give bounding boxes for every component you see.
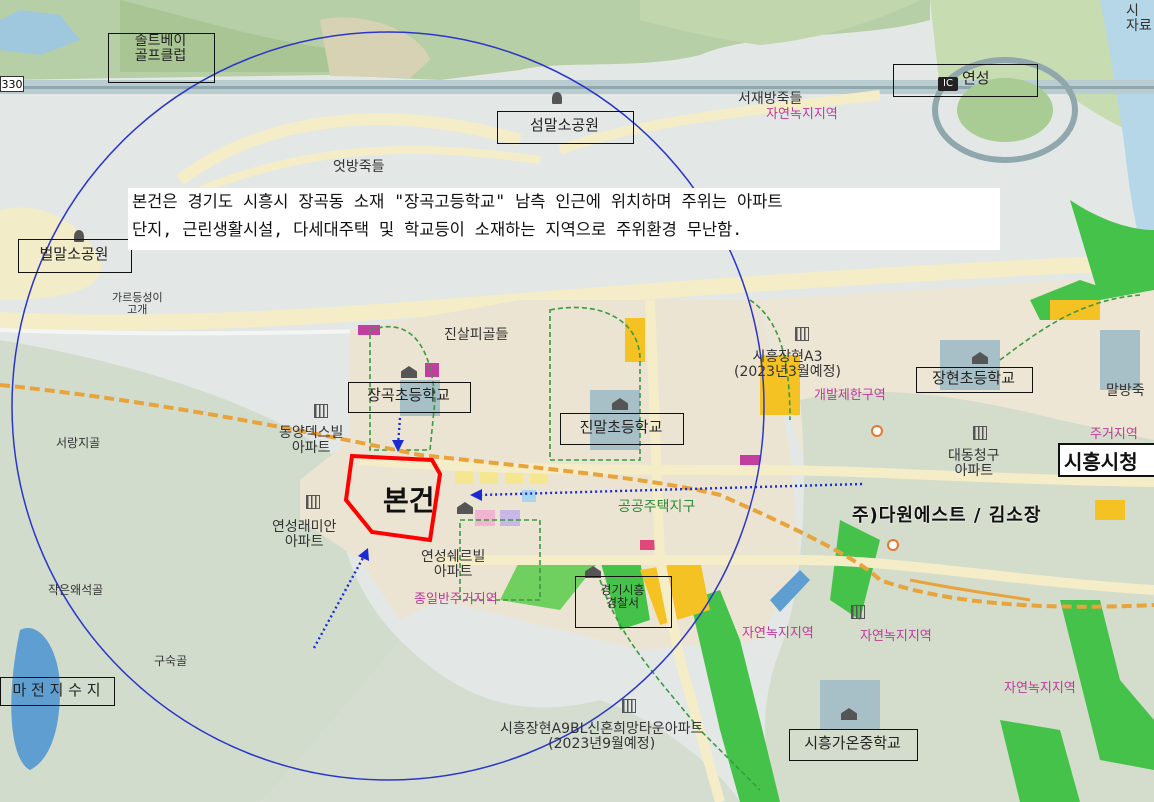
- police-label[interactable]: 경기시흥 경찰서: [575, 583, 670, 610]
- janggok-elem-label[interactable]: 장곡초등학교: [348, 387, 469, 404]
- jugeo-label: 주거지역: [1090, 427, 1138, 442]
- nature-zone-label: 자연녹지지역: [860, 629, 932, 644]
- raemian-apt-label: 연성래미안 아파트: [272, 519, 337, 551]
- subject-property-label[interactable]: 본건: [383, 479, 435, 519]
- jinmal-elem-label[interactable]: 진말초등학교: [560, 419, 682, 436]
- nature-zone-label: 자연녹지지역: [742, 626, 814, 641]
- apartment-icon: [314, 404, 328, 418]
- road-number-shield: 330: [0, 76, 24, 92]
- eotbang-label: 엇방죽들: [333, 159, 385, 175]
- seommal-park-label[interactable]: 섬말소공원: [497, 117, 632, 134]
- a3-apt-label: 시흥장현A3 (2023년3월예정): [734, 349, 841, 381]
- jakeunoe-label: 작은왜석골: [48, 583, 104, 597]
- nature-zone-label: 자연녹지지역: [1004, 681, 1076, 696]
- apartment-icon: [973, 426, 987, 440]
- top-right-label: 시 자료: [1126, 3, 1152, 35]
- gusuk-label: 구숙골: [154, 654, 188, 668]
- shell-apt-label: 연성쉐르빌 아파트: [421, 549, 486, 581]
- note-line-1: 본건은 경기도 시흥시 장곡동 소재 "장곡고등학교" 남측 인근에 위치하며 …: [132, 192, 783, 211]
- apartment-icon: [851, 605, 865, 619]
- city-hall-label[interactable]: 시흥시청: [1058, 443, 1154, 477]
- note-line-2: 단지, 근린생활시설, 다세대주택 및 학교등이 소재하는 지역으로 주위환경 …: [132, 220, 743, 239]
- description-note: 본건은 경기도 시흥시 장곡동 소재 "장곡고등학교" 남측 인근에 위치하며 …: [128, 188, 1000, 250]
- jinsalpi-label: 진살피골들: [444, 327, 509, 343]
- janghyeon-elem-label[interactable]: 장현초등학교: [916, 370, 1031, 387]
- station-marker[interactable]: [871, 425, 883, 437]
- ic-label[interactable]: 연성: [962, 70, 990, 87]
- dongyang-apt-label: 동양덱스빌 아파트: [279, 425, 344, 457]
- golf-club-label: 솔트베이 골프클럽: [134, 33, 187, 65]
- park-icon: [552, 92, 562, 104]
- beolmal-park-label[interactable]: 벌말소공원: [18, 246, 130, 263]
- daedong-apt-label: 대동청구 아파트: [948, 448, 1000, 480]
- apartment-icon: [795, 327, 809, 341]
- public-housing-label: 공공주택지구: [618, 499, 696, 515]
- gaon-mid-label[interactable]: 시흥가온중학교: [789, 735, 916, 752]
- apartment-icon: [306, 495, 320, 509]
- seorang-label: 서랑지골: [56, 436, 101, 450]
- residential-zone-label: 종일반주거지역: [414, 592, 498, 607]
- company-credit: 주)다원에스트 / 김소장: [852, 505, 1042, 526]
- apartment-icon: [622, 699, 636, 713]
- seojaebang-label: 서재방죽들: [738, 91, 803, 107]
- a9bl-apt-label: 시흥장현A9BL신혼희망타운아파트 (2023년9월예정): [500, 721, 704, 753]
- nature-zone-label: 자연녹지지역: [766, 107, 838, 122]
- reservoir-label[interactable]: 마 전 지 수 지: [0, 682, 113, 699]
- gaebal-zone-label: 개발제한구역: [814, 388, 886, 403]
- station-marker[interactable]: [887, 539, 899, 551]
- gareudeung-label: 가르등성이 고개: [112, 291, 163, 317]
- malbang-label: 말방죽: [1106, 383, 1145, 399]
